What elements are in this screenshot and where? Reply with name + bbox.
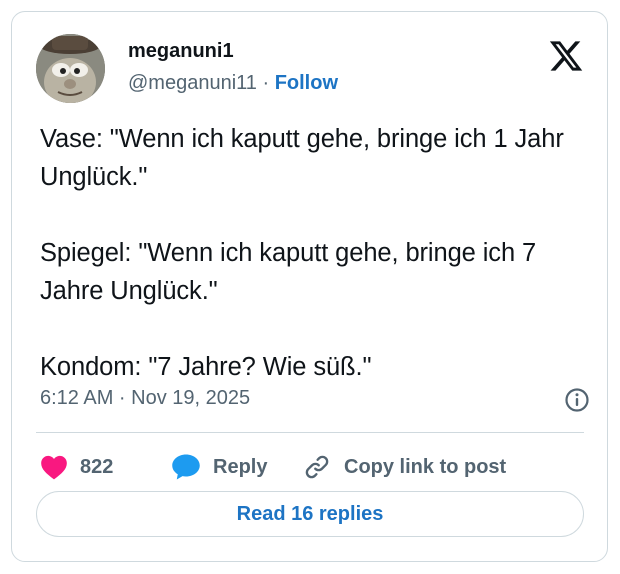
read-replies-label: Read 16 replies: [236, 502, 384, 525]
speech-bubble-icon: [172, 454, 200, 480]
author-name[interactable]: meganuni1: [128, 40, 234, 63]
post-text: Vase: "Wenn ich kaputt gehe, bringe ich …: [40, 125, 564, 381]
author-handle[interactable]: @meganuni11: [128, 72, 257, 94]
action-bar: 822 Reply Copy link to post: [40, 447, 600, 487]
reply-label: Reply: [213, 455, 268, 478]
link-icon: [305, 455, 329, 479]
divider: [36, 432, 584, 433]
heart-icon: [41, 455, 67, 480]
x-logo-icon[interactable]: [548, 38, 584, 74]
post-card: meganuni1 @meganuni11 · Follow Vase: "We…: [11, 11, 608, 562]
like-count: 822: [80, 455, 114, 478]
author-handle-row: @meganuni11 · Follow: [128, 72, 338, 95]
post-timestamp[interactable]: 6:12 AM · Nov 19, 2025: [40, 387, 250, 410]
follow-button[interactable]: Follow: [275, 72, 338, 94]
avatar-image: [36, 34, 105, 103]
handle-separator: ·: [256, 72, 275, 94]
avatar[interactable]: [36, 34, 105, 103]
like-button[interactable]: 822: [40, 447, 113, 487]
copy-link-label: Copy link to post: [344, 455, 507, 478]
reply-button[interactable]: Reply: [171, 447, 267, 487]
copy-link-button[interactable]: Copy link to post: [302, 447, 506, 487]
info-icon[interactable]: [564, 387, 590, 413]
read-replies-button[interactable]: Read 16 replies: [36, 491, 584, 537]
